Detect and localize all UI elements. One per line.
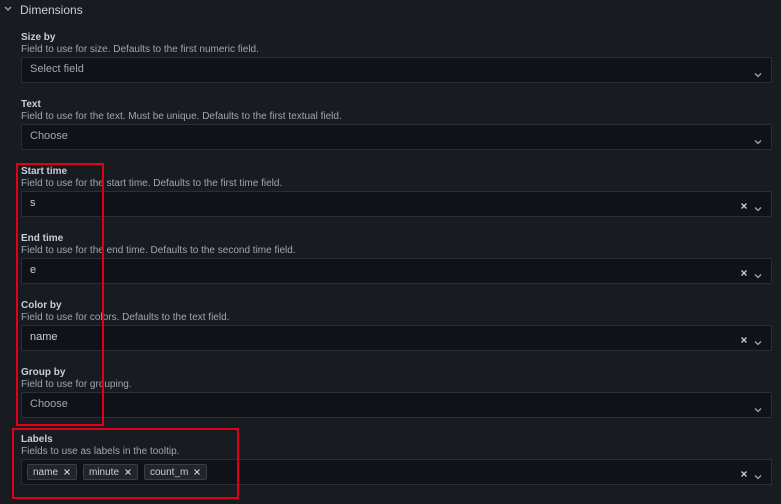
chevron-down-icon[interactable] [754, 334, 762, 346]
field-label: Size by [21, 32, 56, 43]
chevron-down-icon[interactable] [754, 133, 762, 145]
close-icon[interactable] [739, 332, 749, 343]
field-label: Group by [21, 367, 66, 378]
field-description: Field to use for size. Defaults to the f… [21, 44, 259, 55]
chevron-down-icon[interactable] [754, 401, 762, 413]
close-icon[interactable] [739, 265, 749, 276]
chevron-down-icon[interactable] [754, 66, 762, 78]
field-description: Field to use for the text. Must be uniqu… [21, 111, 342, 122]
field-description: Field to use for the start time. Default… [21, 178, 283, 189]
start-time-select[interactable]: s [21, 191, 772, 217]
text-select[interactable]: Choose [21, 124, 772, 150]
annotation-highlight-box [16, 163, 104, 426]
field-description: Field to use for colors. Defaults to the… [21, 312, 230, 323]
chevron-down-icon[interactable] [754, 267, 762, 279]
chevron-down-icon[interactable] [3, 4, 13, 14]
text-field: Text Field to use for the text. Must be … [21, 99, 772, 150]
start-time-field: Start time Field to use for the start ti… [21, 166, 772, 217]
chevron-down-icon[interactable] [754, 200, 762, 212]
chevron-down-icon[interactable] [754, 468, 762, 480]
field-description: Field to use for the end time. Defaults … [21, 245, 296, 256]
end-time-select[interactable]: e [21, 258, 772, 284]
field-label: Color by [21, 300, 62, 311]
field-label: Start time [21, 166, 68, 177]
size-by-field: Size by Field to use for size. Defaults … [21, 32, 772, 83]
close-icon[interactable] [739, 466, 749, 477]
size-by-select[interactable]: Select field [21, 57, 772, 83]
field-description: Field to use for grouping. [21, 379, 132, 390]
field-label: Text [21, 99, 41, 110]
close-icon[interactable] [739, 198, 749, 209]
select-placeholder: Select field [30, 63, 84, 75]
select-placeholder: Choose [30, 130, 68, 142]
group-by-field: Group by Field to use for grouping. Choo… [21, 367, 772, 418]
field-label: End time [21, 233, 64, 244]
end-time-field: End time Field to use for the end time. … [21, 233, 772, 284]
group-by-select[interactable]: Choose [21, 392, 772, 418]
dimensions-section-header[interactable]: Dimensions [0, 0, 781, 22]
section-title: Dimensions [20, 3, 83, 17]
annotation-highlight-box [12, 428, 239, 499]
color-by-select[interactable]: name [21, 325, 772, 351]
color-by-field: Color by Field to use for colors. Defaul… [21, 300, 772, 351]
